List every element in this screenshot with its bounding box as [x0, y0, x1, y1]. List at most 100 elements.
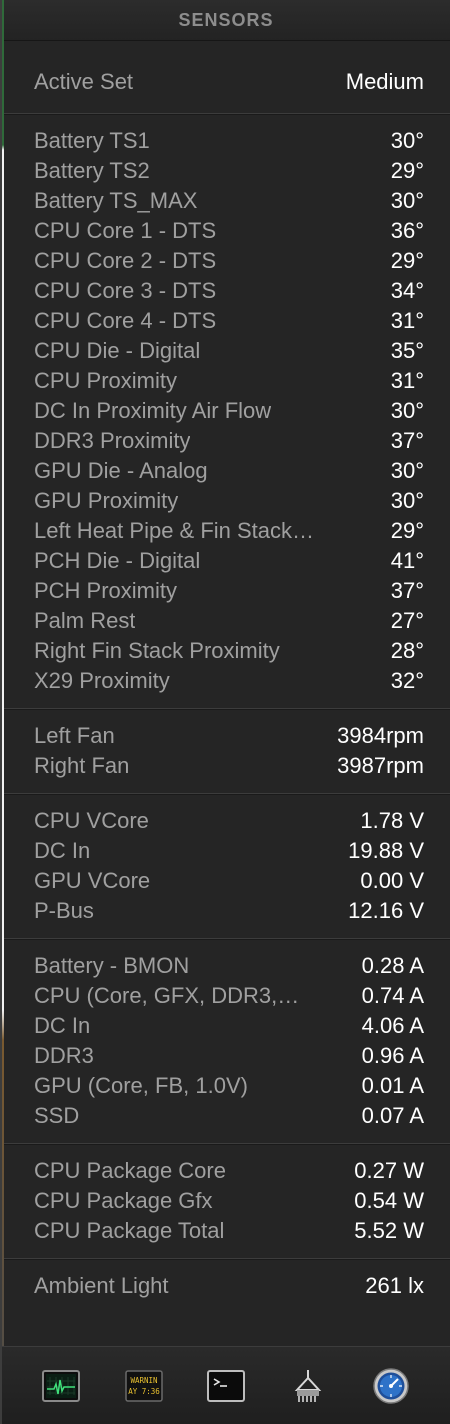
sensor-value: 30°: [390, 188, 424, 213]
sensor-value: 37°: [390, 578, 424, 603]
fan-label: Left Fan: [34, 723, 115, 748]
console-button[interactable]: WARNIN AY 7:36: [124, 1366, 164, 1406]
current-value: 0.01 A: [361, 1073, 424, 1098]
sensor-row: CPU Core 2 - DTS 29°: [34, 246, 424, 276]
current-row: DC In 4.06 A: [34, 1011, 424, 1041]
current-value: 0.96 A: [361, 1043, 424, 1068]
sensor-row: Battery TS1 30°: [34, 126, 424, 156]
current-label: DC In: [34, 1013, 91, 1038]
sensor-label: CPU Die - Digital: [34, 338, 201, 363]
sensor-value: 30°: [390, 458, 424, 483]
power-label: CPU Package Gfx: [34, 1188, 213, 1213]
sensor-row: X29 Proximity 32°: [34, 666, 424, 696]
current-row: GPU (Core, FB, 1.0V) 0.01 A: [34, 1071, 424, 1101]
sensor-label: GPU Die - Analog: [34, 458, 208, 483]
active-set-label: Active Set: [34, 69, 134, 94]
current-label: SSD: [34, 1103, 80, 1128]
disk-utility-button[interactable]: [371, 1366, 411, 1406]
sensor-value: 31°: [390, 308, 424, 333]
sensor-row: CPU Core 1 - DTS 36°: [34, 216, 424, 246]
power-value: 5.52 W: [354, 1218, 424, 1243]
active-set-value[interactable]: Medium: [346, 69, 424, 95]
sensor-label: Left Heat Pipe & Fin Stack…: [34, 518, 315, 543]
sensor-value: 35°: [390, 338, 424, 363]
sensor-value: 30°: [390, 398, 424, 423]
sensor-label: CPU Core 1 - DTS: [34, 218, 217, 243]
current-value: 0.07 A: [361, 1103, 424, 1128]
sensor-row: CPU Core 4 - DTS 31°: [34, 306, 424, 336]
sensor-value: 29°: [390, 518, 424, 543]
fan-row: Left Fan 3984rpm: [34, 721, 424, 751]
sensor-label: CPU Proximity: [34, 368, 178, 393]
terminal-button[interactable]: [206, 1366, 246, 1406]
current-value: 0.28 A: [361, 953, 424, 978]
fan-value: 3984rpm: [337, 723, 424, 748]
current-value: 0.74 A: [361, 983, 424, 1008]
power-row: CPU Package Gfx 0.54 W: [34, 1186, 424, 1216]
current-row: CPU (Core, GFX, DDR3,… 0.74 A: [34, 981, 424, 1011]
sensor-value: 30°: [390, 128, 424, 153]
current-label: Battery - BMON: [34, 953, 190, 978]
activity-monitor-button[interactable]: [41, 1366, 81, 1406]
power-label: CPU Package Total: [34, 1218, 225, 1243]
voltage-value: 0.00 V: [360, 868, 424, 893]
voltage-label: GPU VCore: [34, 868, 151, 893]
current-row: SSD 0.07 A: [34, 1101, 424, 1131]
voltage-row: CPU VCore 1.78 V: [34, 806, 424, 836]
voltage-label: DC In: [34, 838, 91, 863]
window-edge-strip: [2, 0, 4, 1424]
system-information-icon: [295, 1369, 322, 1402]
sensor-row: GPU Proximity 30°: [34, 486, 424, 516]
sensor-value: 27°: [390, 608, 424, 633]
sensor-value: 37°: [390, 428, 424, 453]
sensor-value: 34°: [390, 278, 424, 303]
sensor-value: 29°: [390, 248, 424, 273]
sensor-row: CPU Core 3 - DTS 34°: [34, 276, 424, 306]
sensor-value: 30°: [390, 488, 424, 513]
sensor-value: 29°: [390, 158, 424, 183]
fan-section: Left Fan 3984rpm Right Fan 3987rpm: [2, 709, 450, 794]
panel-header: SENSORS: [2, 0, 450, 41]
current-value: 4.06 A: [361, 1013, 424, 1038]
sensor-label: Battery TS_MAX: [34, 188, 198, 213]
light-value: 261 lx: [365, 1273, 424, 1298]
current-row: DDR3 0.96 A: [34, 1041, 424, 1071]
active-set-section: Active Set Medium: [2, 41, 450, 114]
voltage-row: GPU VCore 0.00 V: [34, 866, 424, 896]
current-row: Battery - BMON 0.28 A: [34, 951, 424, 981]
sensor-row: Battery TS2 29°: [34, 156, 424, 186]
light-section: Ambient Light 261 lx: [2, 1259, 450, 1313]
sensor-label: PCH Proximity: [34, 578, 178, 603]
sensor-label: Battery TS2: [34, 158, 150, 183]
fan-label: Right Fan: [34, 753, 130, 778]
sensor-label: Right Fin Stack Proximity: [34, 638, 280, 663]
console-warning-icon: WARNIN AY 7:36: [124, 1369, 163, 1402]
current-label: CPU (Core, GFX, DDR3,…: [34, 983, 300, 1008]
voltage-value: 19.88 V: [348, 838, 424, 863]
sensor-label: Palm Rest: [34, 608, 136, 633]
voltage-label: CPU VCore: [34, 808, 149, 833]
sensor-value: 31°: [390, 368, 424, 393]
sensor-row: PCH Die - Digital 41°: [34, 546, 424, 576]
sensor-row: Palm Rest 27°: [34, 606, 424, 636]
power-section: CPU Package Core 0.27 W CPU Package Gfx 0.…: [2, 1144, 450, 1259]
fan-row: Right Fan 3987rpm: [34, 751, 424, 781]
power-value: 0.54 W: [354, 1188, 424, 1213]
voltage-label: P-Bus: [34, 898, 94, 923]
sensor-row: DC In Proximity Air Flow 30°: [34, 396, 424, 426]
current-label: DDR3: [34, 1043, 94, 1068]
sensor-label: CPU Core 3 - DTS: [34, 278, 217, 303]
active-set-row[interactable]: Active Set Medium: [34, 67, 424, 97]
power-label: CPU Package Core: [34, 1158, 226, 1183]
panel-title: SENSORS: [178, 9, 274, 30]
system-information-button[interactable]: [288, 1366, 328, 1406]
sensor-value: 32°: [390, 668, 424, 693]
voltage-row: DC In 19.88 V: [34, 836, 424, 866]
sensor-value: 28°: [390, 638, 424, 663]
sensor-row: Right Fin Stack Proximity 28°: [34, 636, 424, 666]
sensor-label: X29 Proximity: [34, 668, 170, 693]
sensor-row: Left Heat Pipe & Fin Stack… 29°: [34, 516, 424, 546]
power-row: CPU Package Total 5.52 W: [34, 1216, 424, 1246]
sensor-label: Battery TS1: [34, 128, 150, 153]
sensor-label: GPU Proximity: [34, 488, 179, 513]
